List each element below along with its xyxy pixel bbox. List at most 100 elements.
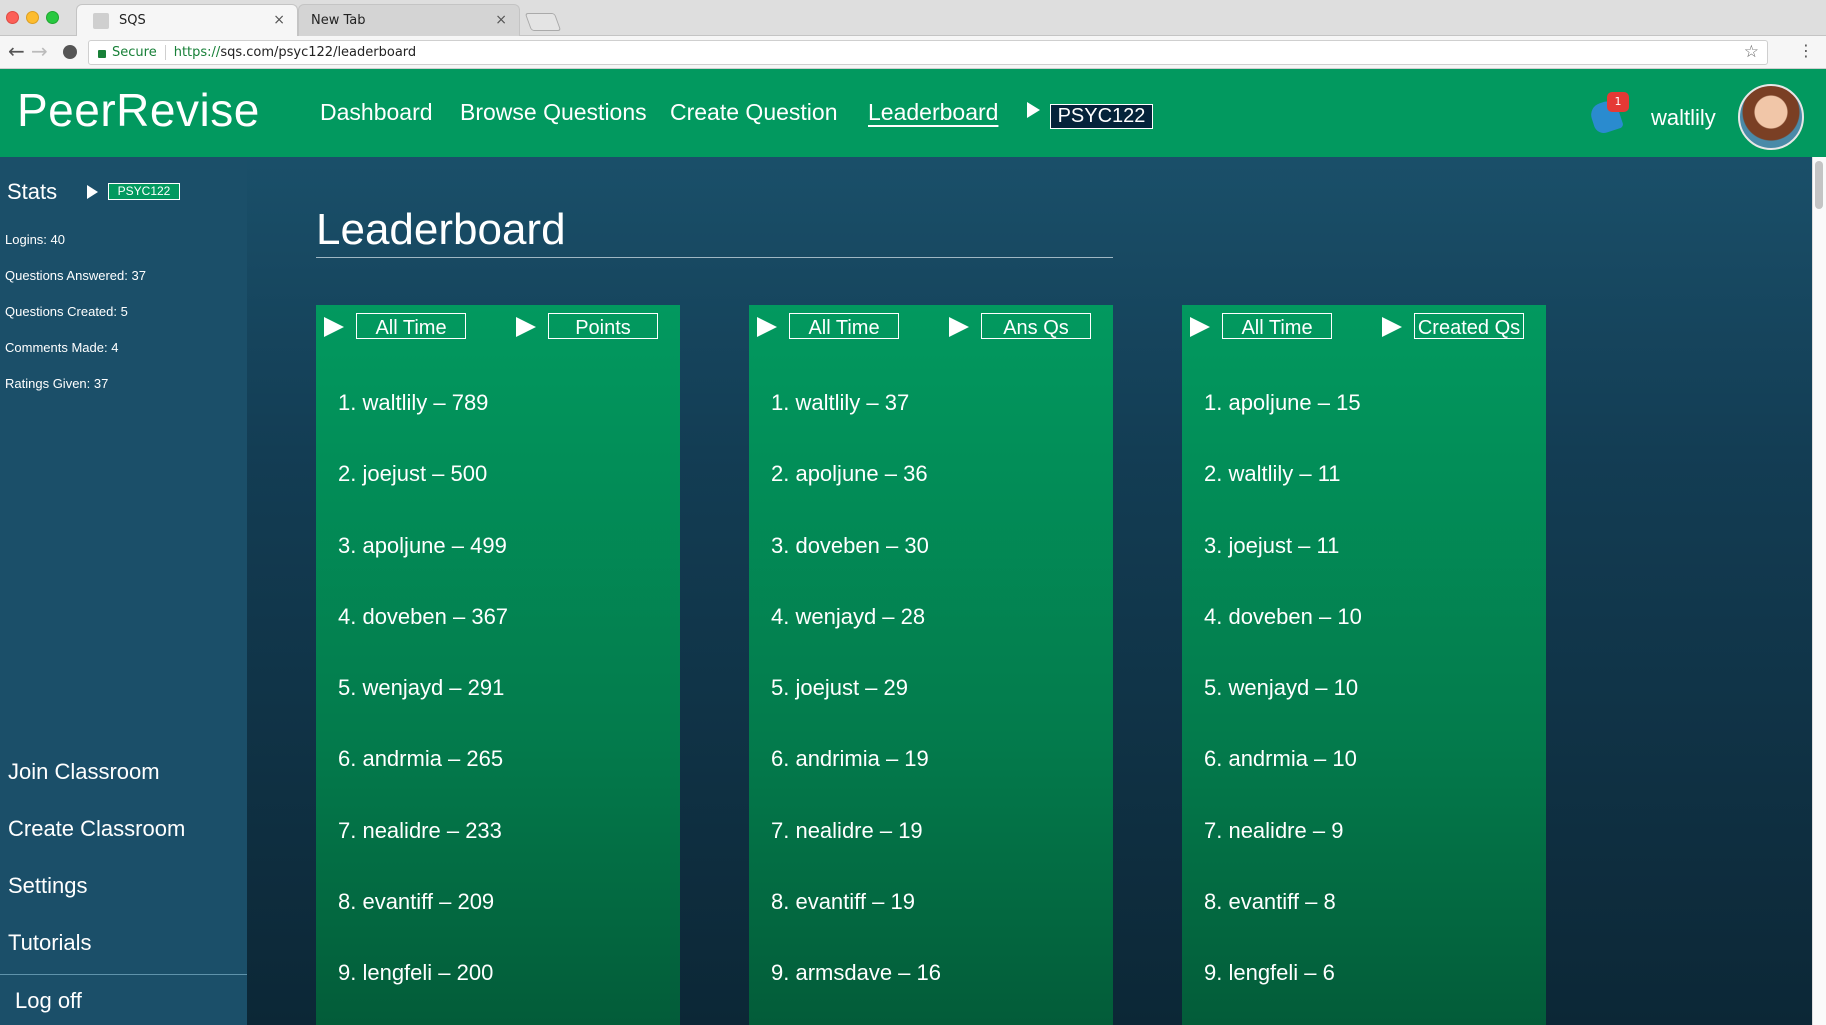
address-bar[interactable]: Secure https://sqs.com/psyc122/leaderboa… bbox=[88, 40, 1768, 65]
metric-filter[interactable]: Ans Qs bbox=[981, 313, 1091, 339]
nav-dashboard[interactable]: Dashboard bbox=[320, 99, 433, 126]
column-filters: All Time Ans Qs bbox=[749, 305, 1113, 341]
stat-questions-answered: Questions Answered: 37 bbox=[5, 268, 146, 283]
stats-title: Stats bbox=[7, 179, 58, 204]
leaderboard-entry: 4. doveben – 10 bbox=[1204, 603, 1362, 629]
period-filter[interactable]: All Time bbox=[1222, 313, 1332, 339]
leaderboard-entry: 2. apoljune – 36 bbox=[771, 461, 928, 487]
leaderboard-list: 1. apoljune – 15 2. waltlily – 11 3. joe… bbox=[1204, 390, 1534, 1025]
tutorials-link[interactable]: Tutorials bbox=[8, 930, 92, 956]
leaderboard-entry: 5. joejust – 29 bbox=[771, 675, 908, 701]
nav-browse-questions[interactable]: Browse Questions bbox=[460, 99, 647, 126]
app-root: PeerRevise Dashboard Browse Questions Cr… bbox=[0, 69, 1826, 1025]
username-label[interactable]: waltlily bbox=[1651, 105, 1716, 131]
address-separator bbox=[164, 45, 166, 60]
settings-link[interactable]: Settings bbox=[8, 873, 88, 899]
sidebar-divider bbox=[0, 974, 247, 975]
create-classroom-link[interactable]: Create Classroom bbox=[8, 816, 185, 842]
log-off-link[interactable]: Log off bbox=[15, 988, 82, 1014]
column-filters: All Time Points bbox=[316, 305, 680, 341]
bookmark-star-icon[interactable]: ☆ bbox=[1744, 42, 1759, 62]
tab-close-icon[interactable]: × bbox=[273, 12, 285, 28]
tab-title: New Tab bbox=[311, 13, 366, 28]
column-filters: All Time Created Qs bbox=[1182, 305, 1546, 341]
stats-course-selector[interactable]: PSYC122 bbox=[108, 183, 180, 200]
period-filter[interactable]: All Time bbox=[356, 313, 466, 339]
notification-count-badge: 1 bbox=[1607, 92, 1629, 112]
lock-icon bbox=[98, 49, 106, 58]
stat-ratings-given: Ratings Given: 37 bbox=[5, 376, 109, 391]
user-avatar[interactable] bbox=[1738, 84, 1804, 150]
secure-label: Secure bbox=[112, 45, 157, 60]
leaderboard-entry: 8. evantiff – 8 bbox=[1204, 889, 1336, 915]
leaderboard-column-answered: All Time Ans Qs 1. waltlily – 37 2. apol… bbox=[749, 305, 1113, 1025]
back-arrow-icon[interactable]: ← bbox=[8, 40, 25, 62]
metric-arrow-icon[interactable] bbox=[1382, 317, 1402, 337]
stat-questions-created: Questions Created: 5 bbox=[5, 304, 128, 319]
leaderboard-entry: 5. wenjayd – 291 bbox=[338, 675, 505, 701]
leaderboard-entry: 6. andrmia – 10 bbox=[1204, 746, 1357, 772]
browser-toolbar: ← → Secure https://sqs.com/psyc122/leade… bbox=[0, 36, 1826, 69]
leaderboard-list: 1. waltlily – 789 2. joejust – 500 3. ap… bbox=[338, 390, 668, 1025]
leaderboard-entry: 4. wenjayd – 28 bbox=[771, 603, 926, 629]
leaderboard-entry: 7. nealidre – 233 bbox=[338, 817, 502, 843]
leaderboard-entry: 2. joejust – 500 bbox=[338, 461, 488, 487]
leaderboard-entry: 6. andrimia – 19 bbox=[771, 746, 929, 772]
leaderboard-entry: 9. lengfeli – 6 bbox=[1204, 960, 1335, 986]
breadcrumb-arrow-icon bbox=[1027, 102, 1040, 118]
window-maximize-button[interactable] bbox=[46, 11, 59, 24]
page-scrollbar[interactable] bbox=[1812, 157, 1826, 1025]
title-divider bbox=[316, 257, 1113, 258]
leaderboard-entry: 4. doveben – 367 bbox=[338, 603, 509, 629]
leaderboard-entry: 9. lengfeli – 200 bbox=[338, 960, 494, 986]
leaderboard-column-points: All Time Points 1. waltlily – 789 2. joe… bbox=[316, 305, 680, 1025]
url-scheme: https:// bbox=[173, 45, 221, 60]
new-tab-button[interactable] bbox=[524, 13, 562, 31]
period-filter[interactable]: All Time bbox=[789, 313, 899, 339]
leaderboard-entry: 5. wenjayd – 10 bbox=[1204, 675, 1359, 701]
page-title: Leaderboard bbox=[316, 205, 566, 254]
browser-tab-bar: SQS × New Tab × bbox=[0, 0, 1826, 36]
period-arrow-icon[interactable] bbox=[324, 317, 344, 337]
metric-filter[interactable]: Created Qs bbox=[1414, 313, 1524, 339]
browser-tab-sqs[interactable]: SQS × bbox=[76, 4, 298, 36]
leaderboard-entry: 2. waltlily – 11 bbox=[1204, 461, 1341, 487]
course-selector[interactable]: PSYC122 bbox=[1050, 104, 1153, 129]
stat-logins: Logins: 40 bbox=[5, 232, 65, 247]
leaderboard-column-created: All Time Created Qs 1. apoljune – 15 2. … bbox=[1182, 305, 1546, 1025]
nav-leaderboard[interactable]: Leaderboard bbox=[868, 99, 998, 126]
period-arrow-icon[interactable] bbox=[1190, 317, 1210, 337]
stats-sidebar: Stats PSYC122 Logins: 40 Questions Answe… bbox=[0, 157, 247, 1025]
page-favicon-icon bbox=[93, 12, 109, 29]
leaderboard-entry: 1. waltlily – 789 bbox=[338, 390, 489, 415]
leaderboard-entry: 1. apoljune – 15 bbox=[1204, 390, 1361, 415]
leaderboard-entry: 3. doveben – 30 bbox=[771, 532, 929, 558]
stat-comments-made: Comments Made: 4 bbox=[5, 340, 119, 355]
browser-menu-icon[interactable]: ⋮ bbox=[1798, 41, 1814, 60]
leaderboard-entry: 7. nealidre – 9 bbox=[1204, 817, 1344, 843]
scrollbar-thumb[interactable] bbox=[1815, 161, 1823, 209]
leaderboard-entry: 6. andrmia – 265 bbox=[338, 746, 504, 772]
join-classroom-link[interactable]: Join Classroom bbox=[8, 759, 160, 785]
top-nav-bar: PeerRevise Dashboard Browse Questions Cr… bbox=[0, 69, 1826, 157]
metric-arrow-icon[interactable] bbox=[949, 317, 969, 337]
leaderboard-entry: 8. evantiff – 19 bbox=[771, 889, 915, 915]
window-close-button[interactable] bbox=[6, 11, 19, 24]
leaderboard-entry: 1. waltlily – 37 bbox=[771, 390, 910, 415]
browser-tab-new-tab[interactable]: New Tab × bbox=[298, 4, 520, 36]
metric-arrow-icon[interactable] bbox=[516, 317, 536, 337]
leaderboard-entry: 8. evantiff – 209 bbox=[338, 889, 495, 915]
window-minimize-button[interactable] bbox=[26, 11, 39, 24]
url-path: sqs.com/psyc122/leaderboard bbox=[220, 45, 417, 60]
leaderboard-entry: 3. joejust – 11 bbox=[1204, 532, 1340, 558]
leaderboard-list: 1. waltlily – 37 2. apoljune – 36 3. dov… bbox=[771, 390, 1101, 1025]
period-arrow-icon[interactable] bbox=[757, 317, 777, 337]
tab-title: SQS bbox=[119, 13, 146, 28]
forward-arrow-icon[interactable]: → bbox=[31, 40, 48, 62]
nav-create-question[interactable]: Create Question bbox=[670, 99, 837, 126]
app-logo[interactable]: PeerRevise bbox=[17, 83, 260, 137]
leaderboard-entry: 7. nealidre – 19 bbox=[771, 817, 923, 843]
tab-close-icon[interactable]: × bbox=[495, 12, 507, 28]
reload-icon[interactable] bbox=[63, 45, 77, 59]
metric-filter[interactable]: Points bbox=[548, 313, 658, 339]
